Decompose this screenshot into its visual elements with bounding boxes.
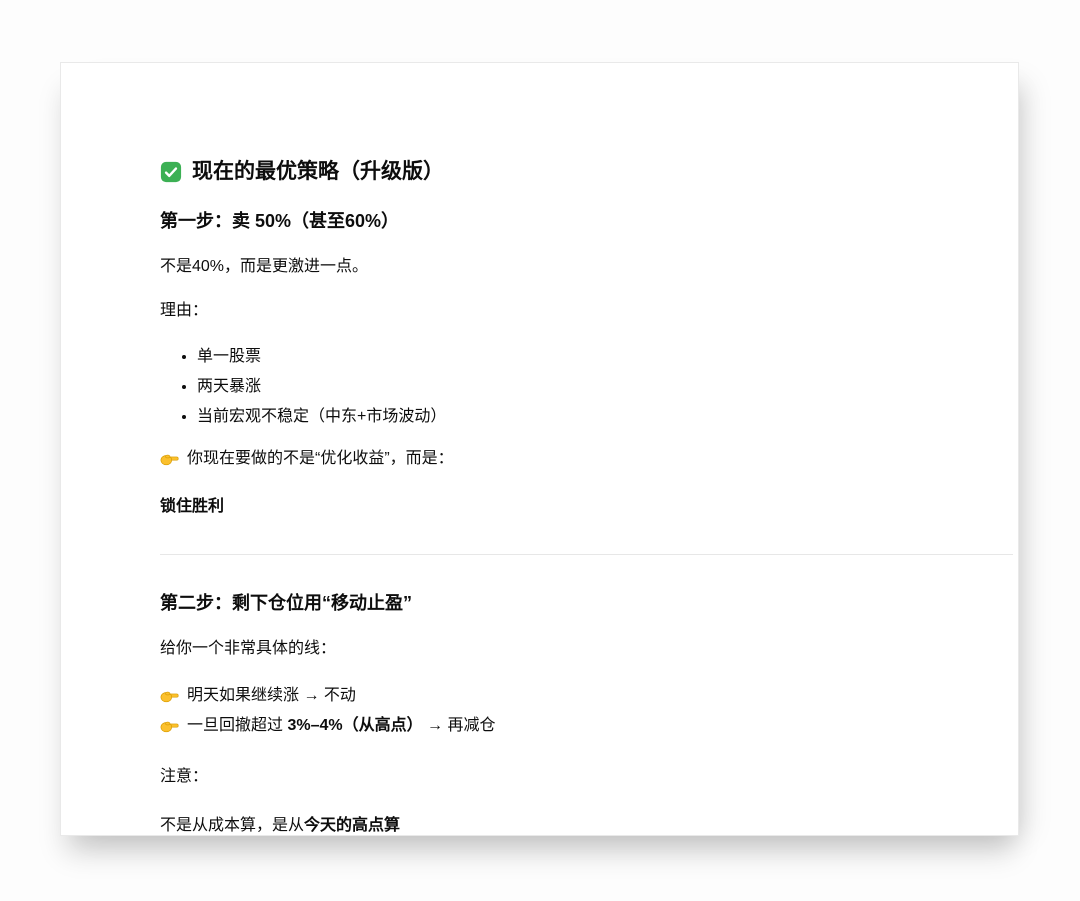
step2-heading: 第二步：剩下仓位用“移动止盈” bbox=[160, 592, 1013, 615]
page-background: 现在的最优策略（升级版） 第一步：卖 50%（甚至60%） 不是40%，而是更激… bbox=[0, 0, 1080, 901]
step2-rules: 明天如果继续涨 → 不动 一旦回撤超过 3%–4%（从高点） → 再减仓 bbox=[160, 685, 1013, 736]
rule-line-1: 明天如果继续涨 → 不动 bbox=[160, 685, 1013, 706]
note-label: 注意： bbox=[160, 766, 1013, 787]
step1-pointer-line: 你现在要做的不是“优化收益”，而是： bbox=[160, 448, 1013, 469]
step1-paragraph: 不是40%，而是更激进一点。 bbox=[160, 256, 1013, 277]
rule-2-strong: 3%–4%（从高点） bbox=[287, 717, 422, 734]
pointing-right-hand-icon bbox=[160, 718, 179, 734]
rule-2-post: → 再减仓 bbox=[423, 717, 496, 734]
rule-line-2: 一旦回撤超过 3%–4%（从高点） → 再减仓 bbox=[160, 715, 1013, 736]
list-item: 当前宏观不稳定（中东+市场波动） bbox=[197, 407, 1013, 427]
step1-conclusion: 锁住胜利 bbox=[160, 496, 1013, 517]
pointing-right-hand-icon bbox=[160, 688, 179, 704]
list-item: 单一股票 bbox=[197, 347, 1013, 367]
check-mark-emoji-icon bbox=[160, 161, 182, 183]
step2-intro: 给你一个非常具体的线： bbox=[160, 638, 1013, 659]
step1-pointer-text: 你现在要做的不是“优化收益”，而是： bbox=[187, 448, 454, 469]
note-strong: 今天的高点算 bbox=[304, 817, 400, 834]
step1-heading: 第一步：卖 50%（甚至60%） bbox=[160, 210, 1013, 233]
note-pre: 不是从成本算，是从 bbox=[160, 817, 304, 834]
list-item: 两天暴涨 bbox=[197, 377, 1013, 397]
section-divider bbox=[160, 554, 1013, 555]
reason-list: 单一股票 两天暴涨 当前宏观不稳定（中东+市场波动） bbox=[160, 347, 1013, 427]
rule-2-text: 一旦回撤超过 3%–4%（从高点） → 再减仓 bbox=[187, 715, 496, 736]
reason-label: 理由： bbox=[160, 300, 1013, 321]
pointing-right-hand-icon bbox=[160, 451, 179, 467]
document-content: 现在的最优策略（升级版） 第一步：卖 50%（甚至60%） 不是40%，而是更激… bbox=[160, 159, 1013, 836]
page-title-text: 现在的最优策略（升级版） bbox=[192, 159, 444, 185]
rule-2-pre: 一旦回撤超过 bbox=[187, 717, 287, 734]
note-paragraph: 不是从成本算，是从今天的高点算 bbox=[160, 815, 1013, 836]
rule-1-text: 明天如果继续涨 → 不动 bbox=[187, 685, 356, 706]
content-card: 现在的最优策略（升级版） 第一步：卖 50%（甚至60%） 不是40%，而是更激… bbox=[60, 62, 1019, 836]
page-title: 现在的最优策略（升级版） bbox=[160, 159, 1013, 185]
